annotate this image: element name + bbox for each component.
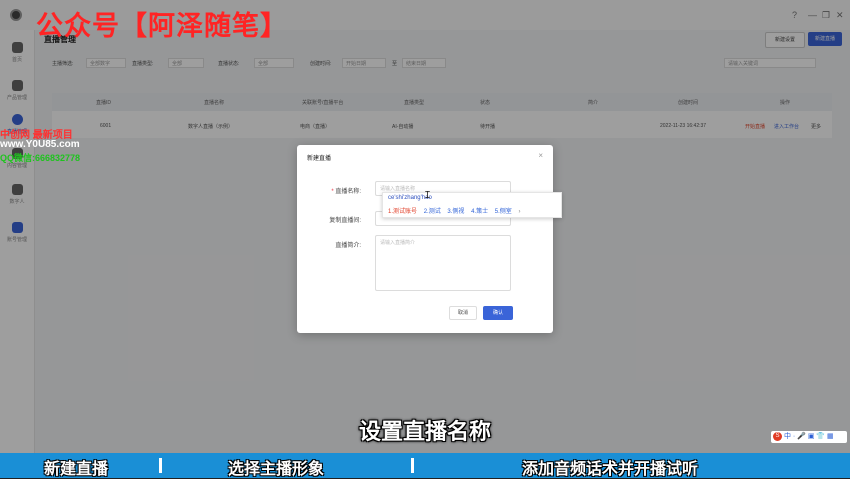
new-live-dialog: 新建直播 × * 直播名称: 请输入直播名称 复制直播间: 直播简介: 请输入直… [297, 145, 553, 333]
watermark-title: 公众号【阿泽随笔】 [36, 11, 288, 42]
ime-candidate[interactable]: 1.测试账号 [388, 209, 417, 215]
dialog-title: 新建直播 [307, 156, 332, 162]
watermark-line: QQ微信:666832778 [0, 153, 81, 163]
text-cursor-icon: Ｉ [423, 190, 433, 200]
ime-candidate[interactable]: 3.侧视 [447, 209, 464, 215]
ime-candidate-list: 1.测试账号 2.测试 3.侧视 4.策士 5.侧室 › [388, 206, 525, 215]
watermark-line: www.Y0U85.com [0, 139, 80, 150]
confirm-button[interactable]: 确认 [483, 306, 513, 320]
ime-candidate[interactable]: 2.测试 [424, 209, 441, 215]
intro-label: 直播简介: [335, 243, 361, 249]
step-divider [411, 458, 414, 473]
step-label: 添加音频话术并开播试听 [522, 461, 699, 478]
step-divider [159, 458, 162, 473]
step-label: 选择主播形象 [228, 461, 325, 478]
ime-candidate-window: ce'shi'zhang'hao 1.测试账号 2.测试 3.侧视 4.策士 5… [382, 192, 562, 218]
ime-candidate[interactable]: 4.策士 [471, 209, 488, 215]
copy-room-label: 复制直播间: [329, 218, 361, 224]
ime-next-page-icon[interactable]: › [518, 209, 520, 215]
step-label: 新建直播 [44, 461, 109, 478]
name-label: * 直播名称: [331, 189, 361, 195]
ime-candidate[interactable]: 5.侧室 [495, 209, 512, 215]
cancel-button[interactable]: 取消 [449, 306, 477, 320]
intro-textarea[interactable]: 请输入直播简介 [375, 235, 511, 291]
close-icon[interactable]: × [538, 151, 543, 160]
name-label-text: 直播名称: [335, 189, 361, 195]
video-subtitle: 设置直播名称 [358, 419, 491, 444]
steps-bar: 新建直播 选择主播形象 添加音频话术并开播试听 [0, 453, 850, 478]
